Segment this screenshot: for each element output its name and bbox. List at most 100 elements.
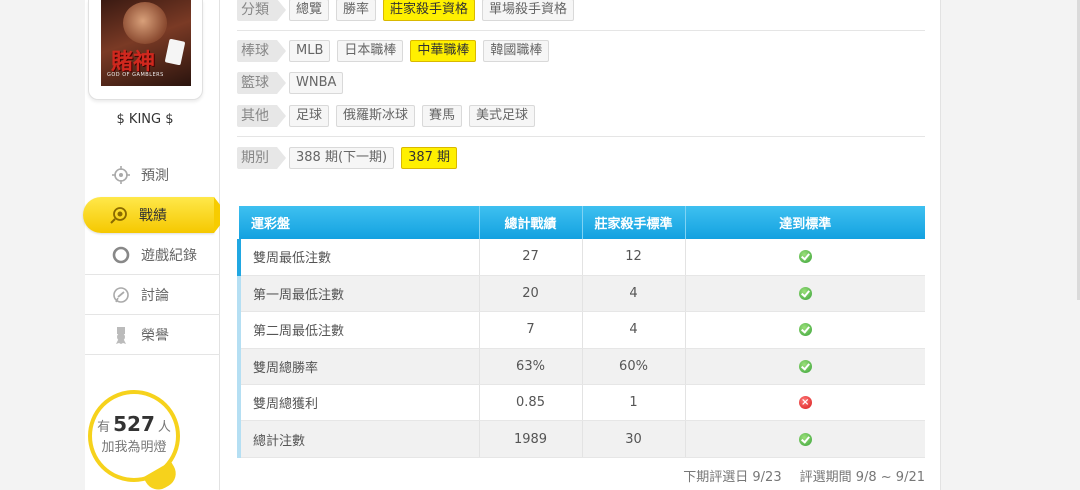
cell-passed xyxy=(685,348,925,386)
filter-row-other: 其他 足球 俄羅斯冰球 賽馬 美式足球 xyxy=(237,105,925,127)
chip-american-football[interactable]: 美式足球 xyxy=(469,105,536,127)
col-header-passed: 達到標準 xyxy=(685,206,925,239)
fans-suffix: 人 xyxy=(157,420,171,435)
playing-card-icon xyxy=(164,38,186,66)
chip-wnba[interactable]: WNBA xyxy=(289,72,344,94)
cell-standard: 4 xyxy=(582,275,686,313)
check-icon xyxy=(798,287,812,301)
nav-item-honor[interactable]: 榮譽 xyxy=(85,315,220,355)
review-dates: 下期評選日 9/23 評選期間 9/8 ~ 9/21 xyxy=(665,466,925,485)
cell-standard: 1 xyxy=(582,384,686,422)
filter-label-baseball: 棒球 xyxy=(237,40,286,62)
table-row: 雙周總獲利 0.85 1 × xyxy=(237,384,925,422)
divider xyxy=(940,0,941,490)
nav-label-game-log: 遊戲紀錄 xyxy=(141,247,197,264)
col-header-market: 運彩盤 xyxy=(239,206,480,239)
filter-row-period: 期別 388 期(下一期) 387 期 xyxy=(237,147,925,169)
avatar-frame: 賭神 GOD OF GAMBLERS xyxy=(88,0,203,100)
cross-icon: × xyxy=(798,396,812,410)
cell-total: 27 xyxy=(479,239,583,276)
table-row: 第二周最低注數 7 4 xyxy=(237,311,925,349)
review-period: 評選期間 9/8 ~ 9/21 xyxy=(799,470,925,485)
chip-overview[interactable]: 總覽 xyxy=(289,0,330,21)
col-header-total: 總計戰績 xyxy=(479,206,583,239)
chart-icon xyxy=(110,206,128,224)
fans-prefix: 有 xyxy=(97,420,111,435)
cell-total: 7 xyxy=(479,311,583,349)
chip-mlb[interactable]: MLB xyxy=(289,40,331,62)
qualification-table: 運彩盤 總計戰績 莊家殺手標準 達到標準 雙周最低注數 27 12 第一周最低注… xyxy=(237,206,925,458)
avatar[interactable]: 賭神 GOD OF GAMBLERS xyxy=(101,0,191,86)
cell-passed xyxy=(685,311,925,349)
chip-banker-killer[interactable]: 莊家殺手資格 xyxy=(383,0,476,21)
cell-passed xyxy=(685,239,925,276)
chip-horse-racing[interactable]: 賽馬 xyxy=(422,105,463,127)
cell-name: 雙周總獲利 xyxy=(237,384,480,422)
fans-count-line: 有 527 人 xyxy=(88,412,180,436)
nav-label-honor: 榮譽 xyxy=(141,327,169,344)
username: $ KING $ xyxy=(116,112,174,127)
cell-name: 第二周最低注數 xyxy=(237,311,480,349)
cell-total: 1989 xyxy=(479,420,583,458)
table-row: 第一周最低注數 20 4 xyxy=(237,275,925,313)
cell-name: 雙周最低注數 xyxy=(237,239,480,276)
chip-period-next[interactable]: 388 期(下一期) xyxy=(289,147,395,169)
cell-standard: 60% xyxy=(582,348,686,386)
nav-item-predict[interactable]: 預測 xyxy=(85,155,220,195)
cell-standard: 4 xyxy=(582,311,686,349)
divider xyxy=(237,136,925,137)
chip-kbo[interactable]: 韓國職棒 xyxy=(483,40,550,62)
filter-label-category: 分類 xyxy=(237,0,286,21)
check-icon xyxy=(798,359,812,373)
chip-npb[interactable]: 日本職棒 xyxy=(337,40,404,62)
profile-nav: 預測 戰績 遊戲紀錄 討論 榮譽 xyxy=(83,155,228,355)
filter-label-basketball: 籃球 xyxy=(237,72,286,94)
fans-caption: 加我為明燈 xyxy=(101,440,167,455)
nav-label-record: 戰績 xyxy=(139,208,167,224)
table-row: 雙周總勝率 63% 60% xyxy=(237,348,925,386)
fans-badge[interactable]: 有 527 人 加我為明燈 xyxy=(88,390,181,490)
nav-item-record[interactable]: 戰績 xyxy=(83,197,228,233)
cell-total: 0.85 xyxy=(479,384,583,422)
cell-passed: × xyxy=(685,384,925,422)
nav-item-game-log[interactable]: 遊戲紀錄 xyxy=(85,235,220,275)
record-icon xyxy=(112,246,130,264)
cell-total: 20 xyxy=(479,275,583,313)
next-review-date: 下期評選日 9/23 xyxy=(683,470,782,485)
medal-icon xyxy=(112,326,130,344)
cell-passed xyxy=(685,420,925,458)
cell-standard: 30 xyxy=(582,420,686,458)
check-icon xyxy=(798,250,812,264)
cell-name: 雙周總勝率 xyxy=(237,348,480,386)
filter-label-other: 其他 xyxy=(237,105,286,127)
cell-name: 第一周最低注數 xyxy=(237,275,480,313)
chip-win-rate[interactable]: 勝率 xyxy=(336,0,377,21)
check-icon xyxy=(798,323,812,337)
chat-icon xyxy=(112,286,130,304)
chip-soccer[interactable]: 足球 xyxy=(289,105,330,127)
cell-standard: 12 xyxy=(582,239,686,276)
cell-passed xyxy=(685,275,925,313)
main-content: 分類 總覽 勝率 莊家殺手資格 單場殺手資格 棒球 MLB 日本職棒 中華職棒 … xyxy=(220,0,940,490)
col-header-standard: 莊家殺手標準 xyxy=(582,206,686,239)
filter-row-category: 分類 總覽 勝率 莊家殺手資格 單場殺手資格 xyxy=(237,0,925,21)
chip-ice-hockey[interactable]: 俄羅斯冰球 xyxy=(336,105,416,127)
nav-label-discuss: 討論 xyxy=(141,287,169,304)
filter-row-baseball: 棒球 MLB 日本職棒 中華職棒 韓國職棒 xyxy=(237,40,925,62)
nav-item-discuss[interactable]: 討論 xyxy=(85,275,220,315)
page-right-margin xyxy=(940,0,1080,490)
chip-period-current[interactable]: 387 期 xyxy=(401,147,458,169)
table-row: 雙周最低注數 27 12 xyxy=(237,239,925,276)
table-row: 總計注數 1989 30 xyxy=(237,420,925,458)
divider xyxy=(237,30,925,31)
check-icon xyxy=(798,432,812,446)
nav-label-predict: 預測 xyxy=(141,168,169,184)
chip-single-killer[interactable]: 單場殺手資格 xyxy=(482,0,575,21)
fans-count: 527 xyxy=(113,412,155,436)
page: 賭神 GOD OF GAMBLERS $ KING $ 預測 戰績 遊戲紀錄 討… xyxy=(0,0,1080,490)
page-left-margin xyxy=(0,0,85,490)
crosshair-icon xyxy=(112,166,130,184)
table-header-row: 運彩盤 總計戰績 莊家殺手標準 達到標準 xyxy=(239,206,925,239)
chip-cpbl[interactable]: 中華職棒 xyxy=(410,40,477,62)
cell-total: 63% xyxy=(479,348,583,386)
